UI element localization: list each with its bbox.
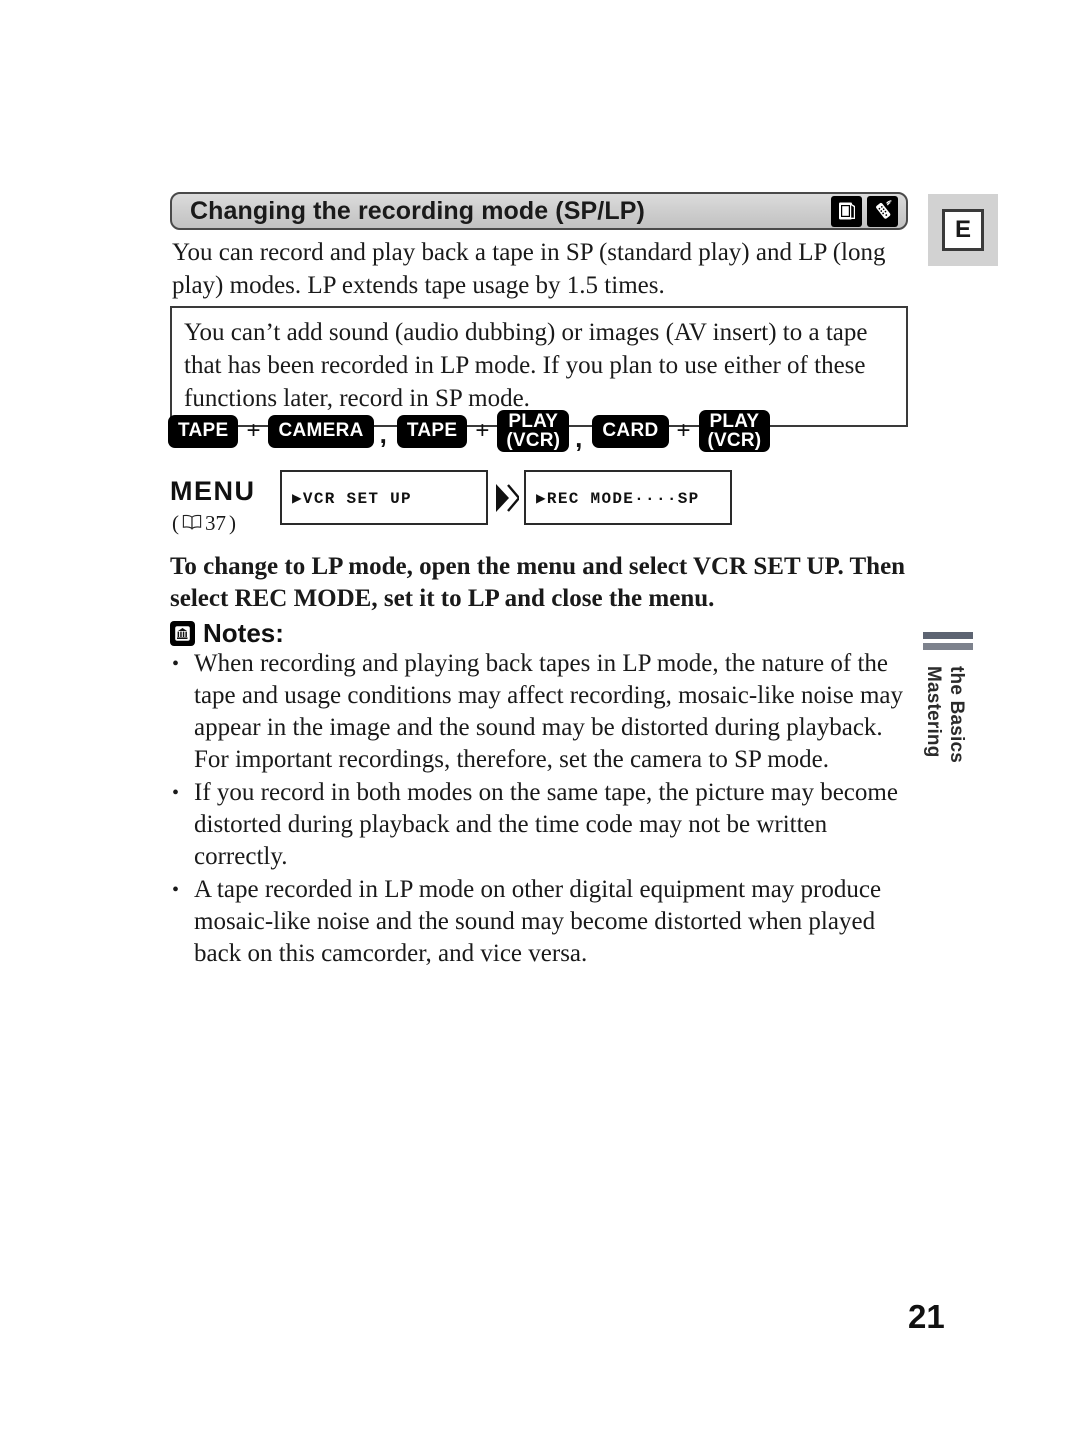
notes-list: • When recording and playing back tapes … (172, 648, 914, 971)
menu-navigation-row: MENU ( 37 ) ▶VCR SET UP ▶REC MODE····SP (170, 470, 732, 536)
list-item: • When recording and playing back tapes … (172, 648, 914, 776)
side-tab-bar-top (923, 632, 973, 639)
mode-badge-label: TAPE (178, 420, 229, 441)
mode-badge-camera: CAMERA (268, 414, 374, 448)
mode-badge-label: CARD (602, 420, 659, 441)
mode-badge-label: CAMERA (278, 420, 364, 441)
mode-badge-play-vcr: PLAY (VCR) (698, 410, 771, 452)
manual-page: Changing the recording mode (SP/LP) E Yo… (0, 0, 1080, 1443)
mode-badge-play-vcr: PLAY (VCR) (497, 410, 570, 452)
menu-label-column: MENU ( 37 ) (170, 470, 280, 536)
lcd-screen-rec-mode: ▶REC MODE····SP (524, 470, 732, 525)
paren-close: ) (229, 511, 236, 535)
double-chevron-icon (488, 470, 524, 525)
section-header: Changing the recording mode (SP/LP) (170, 192, 908, 230)
menu-button-label: MENU (170, 476, 256, 506)
reference-page-number: 37 (205, 511, 226, 535)
lcd-text: ▶REC MODE····SP (536, 489, 700, 508)
mode-badge-tape: TAPE (396, 414, 468, 448)
lcd-screen-vcr-setup: ▶VCR SET UP (280, 470, 488, 525)
language-tab-letter: E (942, 209, 984, 251)
lcd-text: ▶VCR SET UP (292, 489, 412, 508)
note-text: A tape recorded in LP mode on other digi… (194, 876, 882, 967)
mode-badge-label-line1: PLAY (709, 411, 760, 432)
menu-page-reference: ( 37 ) (170, 511, 280, 536)
mode-plus-operator: + (676, 417, 691, 444)
chapter-side-tab: the Basics Mastering (918, 632, 980, 816)
book-icon (182, 511, 202, 536)
mode-badge-tape: TAPE (168, 414, 239, 448)
side-tab-bar-bottom (923, 643, 973, 650)
memory-card-photo-icon (831, 195, 862, 227)
mode-badge-label-line1: PLAY (508, 411, 559, 432)
mode-separator: , (379, 418, 387, 449)
page-title: Changing the recording mode (SP/LP) (190, 196, 645, 225)
side-tab-text: the Basics Mastering (918, 666, 980, 816)
mode-plus-operator: + (475, 417, 490, 444)
mode-group-3: CARD + PLAY (VCR) (592, 410, 771, 452)
mode-separator: , (575, 423, 583, 453)
paren-open: ( (172, 511, 179, 535)
intro-paragraph: You can record and play back a tape in S… (172, 239, 886, 299)
instruction-paragraph: To change to LP mode, open the menu and … (170, 553, 906, 612)
mode-badge-card: CARD (592, 414, 669, 448)
language-tab: E (928, 194, 998, 266)
note-text: When recording and playing back tapes in… (194, 650, 904, 773)
mode-group-1: TAPE + CAMERA , (168, 414, 397, 449)
remote-control-icon (867, 195, 898, 227)
side-tab-line-2: the Basics (946, 666, 967, 764)
header-icon-group (831, 195, 898, 227)
mode-badge-label-line2: (VCR) (707, 430, 762, 451)
page-number: 21 (908, 1298, 945, 1335)
bullet-icon: • (172, 879, 180, 901)
list-item: • A tape recorded in LP mode on other di… (172, 874, 914, 970)
notes-document-icon (170, 620, 195, 646)
bullet-icon: • (172, 653, 180, 675)
notes-heading: Notes: (170, 620, 284, 646)
side-tab-line-1: Mastering (923, 666, 944, 758)
mode-badge-label-line2: (VCR) (506, 430, 561, 451)
mode-group-2: TAPE + PLAY (VCR) , (396, 410, 593, 453)
mode-badge-label: TAPE (406, 420, 458, 441)
list-item: • If you record in both modes on the sam… (172, 777, 914, 873)
notes-title: Notes: (203, 618, 284, 648)
mode-badge-row: TAPE + CAMERA , TAPE + PLAY (VCR) , CARD… (168, 409, 771, 453)
note-text: If you record in both modes on the same … (194, 779, 898, 870)
bullet-icon: • (172, 782, 180, 804)
notice-text: You can’t add sound (audio dubbing) or i… (184, 319, 868, 412)
mode-plus-operator: + (246, 417, 261, 444)
